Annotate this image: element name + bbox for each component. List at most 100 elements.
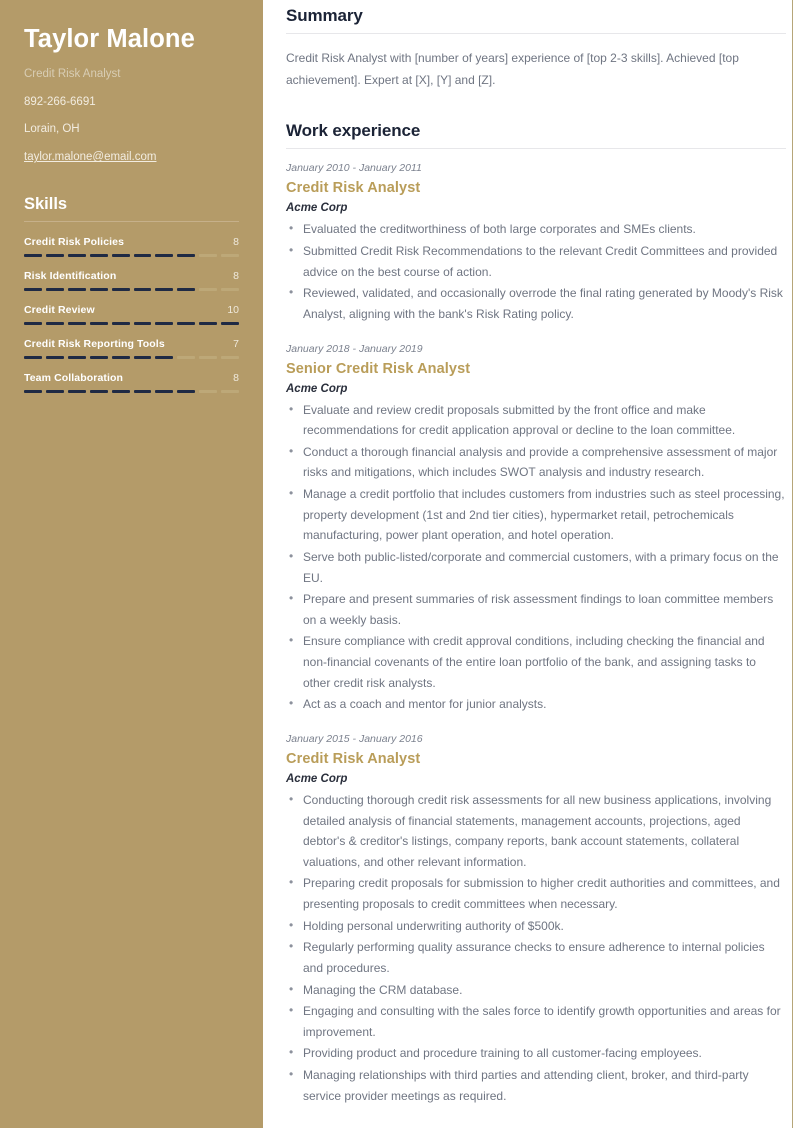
skill-segment-filled <box>155 390 174 394</box>
skill-segment-filled <box>111 356 130 360</box>
entry-date: January 2015 - January 2016 <box>286 732 423 745</box>
skill-segment-filled <box>89 254 108 258</box>
entry-date: January 2010 - January 2011 <box>286 162 422 175</box>
skill-segment-filled <box>67 390 86 394</box>
skill-item: Team Collaboration 8 <box>24 372 240 394</box>
skill-segment-filled <box>24 322 42 326</box>
bullet-item: Regularly performing quality assurance c… <box>286 936 786 978</box>
skill-segment-filled <box>24 356 42 360</box>
skill-name: Team Collaboration <box>24 372 124 385</box>
bullet-item: Conduct a thorough financial analysis an… <box>286 441 786 483</box>
skill-segment-empty <box>199 356 218 360</box>
work-experience-heading: Work experience <box>286 121 421 141</box>
entry-title: Senior Credit Risk Analyst <box>286 360 471 377</box>
contact-email[interactable]: taylor.malone@email.com <box>24 150 239 165</box>
skill-value: 7 <box>233 338 239 351</box>
skill-segment-filled <box>177 390 196 394</box>
bullet-item: Holding personal underwriting authority … <box>286 915 786 937</box>
sidebar: Taylor Malone Credit Risk Analyst 892-26… <box>0 0 263 1128</box>
summary-section: Summary Credit Risk Analyst with [number… <box>286 0 786 91</box>
summary-heading: Summary <box>286 6 363 25</box>
entry-company: Acme Corp <box>286 382 348 395</box>
skill-segment-filled <box>155 254 174 258</box>
skill-rating-bar <box>24 288 240 292</box>
bullet-item: Providing product and procedure training… <box>286 1042 786 1064</box>
skill-name: Credit Risk Reporting Tools <box>24 338 165 351</box>
skill-segment-filled <box>155 288 174 292</box>
work-entry: January 2015 - January 2016 Credit Risk … <box>286 733 786 1106</box>
bullet-item: Evaluate and review credit proposals sub… <box>286 398 786 441</box>
bullet-item: Manage a credit portfolio that includes … <box>286 483 786 546</box>
bullet-item: Preparing credit proposals for submissio… <box>286 872 786 914</box>
skill-segment-filled <box>177 288 196 292</box>
skill-segment-filled <box>199 322 218 326</box>
skill-segment-filled <box>45 356 64 360</box>
skill-segment-filled <box>67 288 86 292</box>
entry-bullets: Conducting thorough credit risk assessme… <box>286 789 786 1106</box>
skill-name: Credit Review <box>24 304 95 317</box>
skill-segment-filled <box>45 288 64 292</box>
summary-rule <box>286 33 786 34</box>
skill-segment-filled <box>45 390 64 394</box>
skill-segment-filled <box>111 288 130 292</box>
skill-segment-empty <box>221 356 240 360</box>
work-entry: January 2010 - January 2011 Credit Risk … <box>286 162 786 324</box>
entry-company: Acme Corp <box>286 772 348 785</box>
skill-segment-filled <box>111 390 130 394</box>
skill-segment-filled <box>24 254 42 258</box>
bullet-item: Managing the CRM database. <box>286 979 786 1001</box>
work-experience-rule <box>286 148 786 150</box>
skill-segment-filled <box>45 322 64 326</box>
bullet-item: Serve both public-listed/corporate and c… <box>286 546 786 588</box>
skill-segment-filled <box>133 356 152 360</box>
skill-rating-bar <box>24 356 240 360</box>
skill-segment-filled <box>24 390 42 394</box>
page-edge-rule <box>792 0 793 1128</box>
bullet-item: Evaluated the creditworthiness of both l… <box>286 218 786 240</box>
skill-segment-empty <box>199 288 218 292</box>
bullet-item: Managing relationships with third partie… <box>286 1064 786 1106</box>
contact-location: Lorain, OH <box>24 123 80 136</box>
skills-heading: Skills <box>24 195 68 214</box>
skill-segment-filled <box>67 322 86 326</box>
skill-item: Credit Risk Policies 8 <box>24 236 240 258</box>
skill-segment-filled <box>111 254 130 258</box>
skill-value: 8 <box>233 236 239 249</box>
skill-segment-filled <box>89 390 108 394</box>
skill-segment-filled <box>89 322 108 326</box>
work-experience-section: Work experience January 2010 - January 2… <box>286 115 786 1106</box>
bullet-item: Submitted Credit Risk Recommendations to… <box>286 240 786 282</box>
bullet-item: Reviewed, validated, and occasionally ov… <box>286 282 786 324</box>
skill-segment-filled <box>133 322 152 326</box>
skill-segment-filled <box>111 322 130 326</box>
skill-segment-filled <box>67 356 86 360</box>
skills-divider <box>24 221 239 223</box>
skill-segment-filled <box>24 288 42 292</box>
skill-item: Risk Identification 8 <box>24 270 240 292</box>
skill-segment-filled <box>133 288 152 292</box>
skill-rating-bar <box>24 254 240 258</box>
skills-list: Credit Risk Policies 8 Risk Identificati… <box>24 236 240 394</box>
entry-bullets: Evaluated the creditworthiness of both l… <box>286 218 786 324</box>
candidate-job-title: Credit Risk Analyst <box>24 67 121 80</box>
skill-item: Credit Review 10 <box>24 304 240 326</box>
skill-segment-filled <box>133 390 152 394</box>
skill-value: 8 <box>233 270 239 283</box>
skill-segment-filled <box>177 322 196 326</box>
bullet-item: Prepare and present summaries of risk as… <box>286 588 786 630</box>
skill-segment-empty <box>177 356 196 360</box>
skill-segment-empty <box>221 254 240 258</box>
skill-segment-empty <box>199 254 218 258</box>
skill-segment-filled <box>89 288 108 292</box>
skill-value: 8 <box>233 372 239 385</box>
skill-segment-filled <box>177 254 196 258</box>
resume-page: Taylor Malone Credit Risk Analyst 892-26… <box>0 0 800 1128</box>
bullet-item: Act as a coach and mentor for junior ana… <box>286 693 786 715</box>
skill-segment-empty <box>221 390 240 394</box>
candidate-name: Taylor Malone <box>24 25 195 53</box>
skill-value: 10 <box>227 304 239 317</box>
entry-company: Acme Corp <box>286 202 348 215</box>
entry-title: Credit Risk Analyst <box>286 180 421 197</box>
